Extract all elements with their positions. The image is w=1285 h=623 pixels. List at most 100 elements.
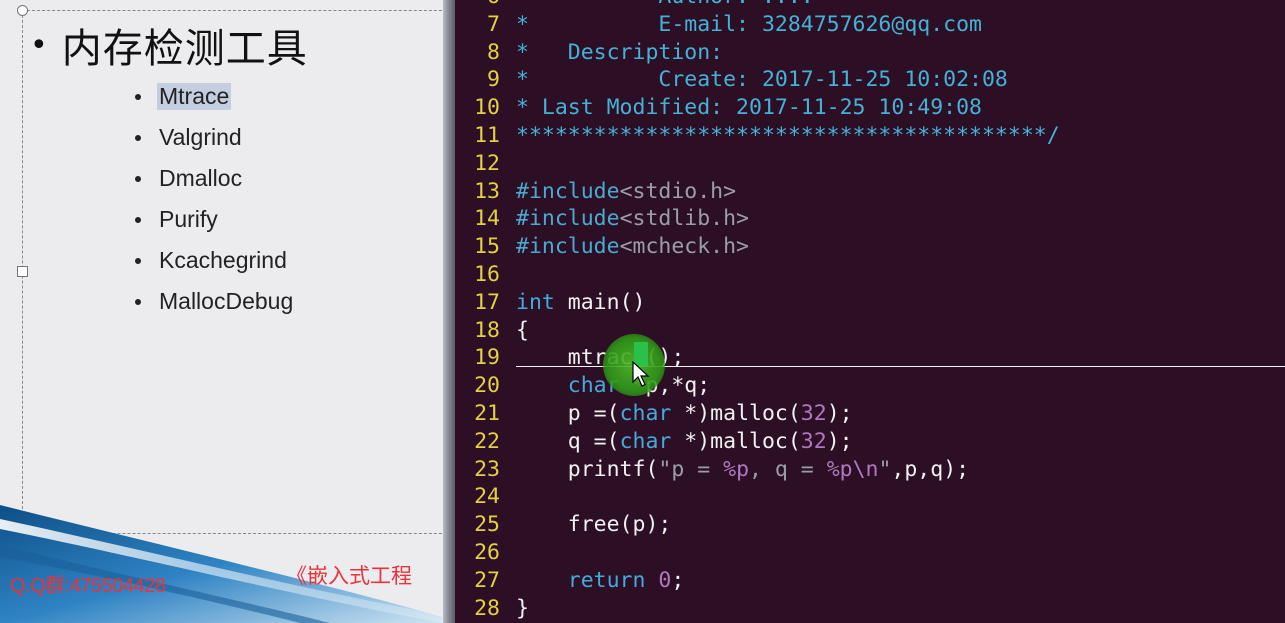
presentation-slide: • 内存检测工具 Mtrace Valgrind Dmalloc Purify Kcac… xyxy=(0,0,443,623)
code-editor[interactable]: 6 * Author: .... 7 * E-mail: 3284757626@qq.… xyxy=(455,0,1285,623)
tool-list-item[interactable]: Kcachegrind xyxy=(135,240,293,281)
tool-label: MallocDebug xyxy=(159,288,294,314)
tool-list-item[interactable]: MallocDebug xyxy=(135,281,293,322)
tool-label: Mtrace xyxy=(157,83,232,110)
line-number: 15 xyxy=(474,234,500,260)
line-text: printf("p = %p, q = %p\n",p,q); xyxy=(500,456,969,484)
code-token: int xyxy=(516,289,555,315)
line-number: 21 xyxy=(474,400,500,426)
code-line[interactable]: 25 free(p); xyxy=(455,511,1060,539)
tool-list-item[interactable]: Purify xyxy=(135,199,293,240)
code-token: free(p); xyxy=(516,512,672,538)
code-token: #include xyxy=(516,178,620,204)
line-text: * Description: xyxy=(500,39,723,67)
code-token: *)malloc( xyxy=(671,428,801,454)
code-line[interactable]: 22 q =(char *)malloc(32); xyxy=(455,428,1060,456)
line-number: 17 xyxy=(474,289,500,315)
code-line[interactable]: 10 * Last Modified: 2017-11-25 10:49:08 xyxy=(455,94,1060,122)
line-number: 27 xyxy=(474,567,500,593)
code-token: ); xyxy=(826,428,853,454)
code-line[interactable]: 24 xyxy=(455,483,1060,511)
code-line[interactable]: 14 #include<stdlib.h> xyxy=(455,205,1060,233)
code-line[interactable]: 7 * E-mail: 3284757626@qq.com xyxy=(455,11,1060,39)
line-text: return 0; xyxy=(500,567,685,595)
tool-list-item[interactable]: Valgrind xyxy=(135,117,293,158)
code-token: "p = xyxy=(658,456,724,482)
code-token: * Author: .... xyxy=(516,0,814,9)
code-token: char xyxy=(619,428,672,454)
code-line[interactable]: 21 p =(char *)malloc(32); xyxy=(455,400,1060,428)
code-token: printf( xyxy=(516,456,659,482)
line-number: 14 xyxy=(474,206,500,232)
line-text: * Author: .... xyxy=(500,0,814,11)
code-line[interactable]: 17 int main() xyxy=(455,289,1060,317)
tool-list-item[interactable]: Dmalloc xyxy=(135,158,293,199)
code-token: ; xyxy=(671,567,685,593)
bullet-icon xyxy=(135,257,141,264)
tool-list: Mtrace Valgrind Dmalloc Purify Kcachegrind Ma… xyxy=(135,76,293,322)
line-number: 10 xyxy=(474,95,500,121)
tool-list-item[interactable]: Mtrace xyxy=(135,76,293,117)
tool-label: Dmalloc xyxy=(159,165,243,191)
line-number: 8 xyxy=(487,39,500,65)
code-line[interactable]: 16 xyxy=(455,261,1060,289)
code-line[interactable]: 27 return 0; xyxy=(455,567,1060,595)
line-text: #include<mcheck.h> xyxy=(500,233,749,261)
line-text: #include<stdlib.h> xyxy=(500,205,749,233)
line-number: 24 xyxy=(474,484,500,510)
slide-title-row: • 内存检测工具 xyxy=(30,16,308,74)
title-bullet: • xyxy=(30,27,48,63)
code-line[interactable]: 23 printf("p = %p, q = %p\n",p,q); xyxy=(455,456,1060,484)
line-number: 26 xyxy=(474,539,500,565)
code-token: main() xyxy=(554,289,646,315)
code-token: ); xyxy=(826,400,853,426)
line-number: 22 xyxy=(474,428,500,454)
line-text xyxy=(500,539,516,567)
code-line[interactable]: 28} xyxy=(455,595,1060,623)
line-number: 23 xyxy=(474,456,500,482)
bullet-icon xyxy=(135,298,141,305)
pane-divider[interactable] xyxy=(443,0,455,623)
code-token: %p xyxy=(723,456,750,482)
code-line[interactable]: 15 #include<mcheck.h> xyxy=(455,233,1060,261)
slide-title[interactable]: 内存检测工具 xyxy=(62,16,308,74)
bullet-icon xyxy=(135,134,141,141)
line-text: * Last Modified: 2017-11-25 10:49:08 xyxy=(500,94,982,122)
bullet-icon xyxy=(135,216,141,223)
code-token: { xyxy=(516,317,529,343)
code-line[interactable]: 18 { xyxy=(455,317,1060,345)
line-text: ****************************************… xyxy=(500,122,1060,150)
resize-handle-icon[interactable] xyxy=(17,5,28,16)
line-number: 19 xyxy=(474,345,500,371)
code-token: } xyxy=(516,595,529,621)
code-token: * Description: xyxy=(516,39,724,65)
code-line[interactable]: 26 xyxy=(455,539,1060,567)
code-line[interactable]: 20 char *p,*q; xyxy=(455,372,1060,400)
line-text xyxy=(500,483,516,511)
code-line[interactable]: 12 xyxy=(455,150,1060,178)
line-text: * E-mail: 3284757626@qq.com xyxy=(500,11,982,39)
code-line[interactable]: 11 **************************************… xyxy=(455,122,1060,150)
line-text: } xyxy=(500,595,529,623)
bullet-icon xyxy=(135,93,141,100)
code-line[interactable]: 6 * Author: .... xyxy=(455,0,1060,11)
line-text: #include<stdio.h> xyxy=(500,178,736,206)
code-token: 32 xyxy=(800,428,827,454)
code-token: p =( xyxy=(516,400,620,426)
line-text: p =(char *)malloc(32); xyxy=(500,400,853,428)
code-token: char xyxy=(619,400,672,426)
code-token: #include xyxy=(516,206,620,232)
code-line[interactable]: 8 * Description: xyxy=(455,39,1060,67)
line-text: { xyxy=(500,317,529,345)
line-text: int main() xyxy=(500,289,645,317)
arrow-pointer-icon xyxy=(632,361,650,387)
tool-label: Kcachegrind xyxy=(159,247,287,273)
code-line[interactable]: 13 #include<stdio.h> xyxy=(455,178,1060,206)
code-line[interactable]: 19 mtrace(); xyxy=(455,344,1060,372)
line-text xyxy=(500,150,516,178)
resize-handle-icon[interactable] xyxy=(17,266,28,277)
line-number: 25 xyxy=(474,512,500,538)
code-token: return xyxy=(567,567,646,593)
line-number: 13 xyxy=(474,178,500,204)
code-line[interactable]: 9 * Create: 2017-11-25 10:02:08 xyxy=(455,66,1060,94)
